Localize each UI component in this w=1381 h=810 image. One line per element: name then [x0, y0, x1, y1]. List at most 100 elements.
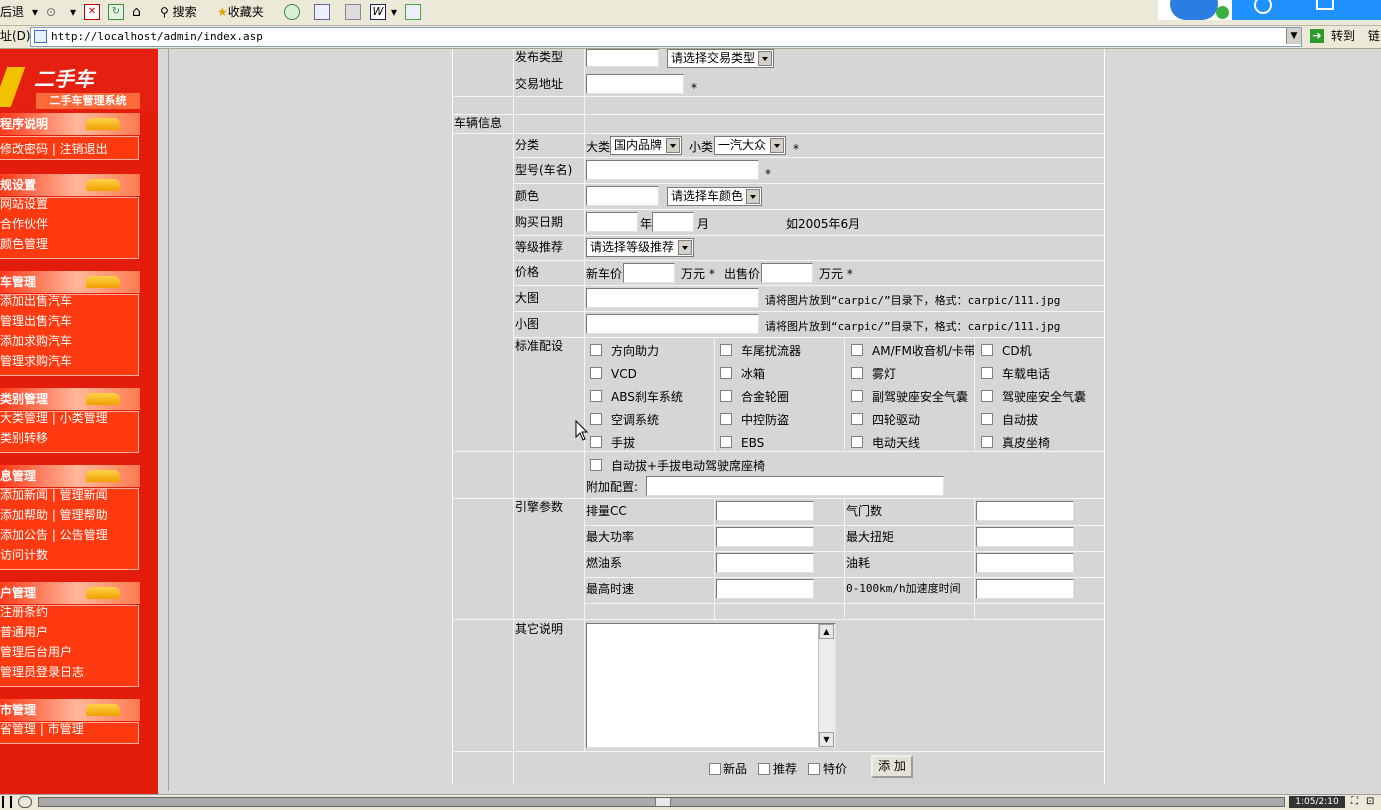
other-notes-textarea[interactable]: ▲ ▼ — [586, 623, 836, 748]
print-icon[interactable] — [345, 4, 361, 20]
engine-param-input[interactable] — [716, 527, 814, 547]
menu-item-password-logout[interactable]: 修改密码 | 注销退出 — [0, 141, 108, 157]
menu-item-add-sale-car[interactable]: 添加出售汽车 — [0, 293, 72, 309]
sale-price-input[interactable] — [761, 263, 813, 283]
menu-head-categories[interactable]: 类别管理 — [0, 388, 140, 410]
engine-param-input[interactable] — [716, 553, 814, 573]
menu-item-terms[interactable]: 注册条约 — [0, 604, 48, 620]
small-image-input[interactable] — [586, 314, 759, 334]
forward-dropdown-icon[interactable]: ▾ — [70, 4, 76, 21]
publish-type-select[interactable]: 请选择交易类型 — [667, 49, 774, 68]
menu-item-manage-sale-car[interactable]: 管理出售汽车 — [0, 313, 72, 329]
fit-icon[interactable]: ⊡ — [1366, 796, 1374, 807]
engine-param-input[interactable] — [976, 527, 1074, 547]
submit-button[interactable]: 添 加 — [871, 755, 913, 778]
menu-item-add-wanted-car[interactable]: 添加求购汽车 — [0, 333, 72, 349]
std-option-checkbox[interactable] — [851, 436, 863, 448]
std-option-checkbox[interactable] — [590, 436, 602, 448]
refresh-icon[interactable]: ↻ — [108, 4, 124, 20]
back-dropdown-icon[interactable]: ▾ — [32, 4, 38, 21]
stop-icon[interactable]: ✕ — [84, 4, 100, 20]
pause-icon[interactable] — [2, 796, 12, 808]
new-price-input[interactable] — [623, 263, 675, 283]
menu-item-notice[interactable]: 添加公告 | 公告管理 — [0, 527, 108, 543]
edit-dropdown-icon[interactable]: ▾ — [391, 4, 397, 21]
std-option-checkbox[interactable] — [720, 367, 732, 379]
seek-bar[interactable] — [38, 797, 1285, 807]
engine-param-input[interactable] — [976, 501, 1074, 521]
menu-head-info[interactable]: 息管理 — [0, 465, 140, 487]
overlay-window-icon[interactable] — [1316, 0, 1334, 10]
back-button[interactable]: 后退 — [0, 4, 24, 21]
std-option-checkbox[interactable] — [981, 390, 993, 402]
std-option-checkbox[interactable] — [590, 344, 602, 356]
menu-item-news[interactable]: 添加新闻 | 管理新闻 — [0, 487, 108, 503]
flag-new-checkbox[interactable] — [709, 763, 721, 775]
fullscreen-icon[interactable]: ⛶ — [1351, 796, 1358, 807]
menu-item-normal-users[interactable]: 普通用户 — [0, 624, 48, 640]
player-icon[interactable] — [18, 796, 32, 808]
seek-handle[interactable] — [655, 798, 671, 806]
favorites-button[interactable]: ★收藏夹 — [217, 4, 264, 21]
home-icon[interactable]: ⌂ — [132, 4, 148, 20]
engine-param-input[interactable] — [716, 579, 814, 599]
std-option-checkbox[interactable] — [590, 390, 602, 402]
menu-item-colors[interactable]: 颜色管理 — [0, 236, 48, 252]
engine-param-input[interactable] — [976, 579, 1074, 599]
std-option-checkbox[interactable] — [981, 413, 993, 425]
menu-head-city[interactable]: 市管理 — [0, 699, 140, 721]
menu-head-users[interactable]: 户管理 — [0, 582, 140, 604]
menu-item-manage-wanted-car[interactable]: 管理求购汽车 — [0, 353, 72, 369]
big-image-input[interactable] — [586, 288, 759, 308]
search-button[interactable]: ⚲ 搜索 — [160, 4, 197, 21]
menu-item-province-city[interactable]: 省管理 | 市管理 — [0, 721, 84, 737]
std-option-checkbox[interactable] — [590, 413, 602, 425]
std-option-checkbox[interactable] — [851, 367, 863, 379]
color-select[interactable]: 请选择车颜色 — [667, 187, 762, 206]
forward-icon[interactable]: ⊙ — [46, 4, 56, 21]
std-option-checkbox[interactable] — [720, 436, 732, 448]
go-arrow-icon[interactable]: ➔ — [1310, 29, 1324, 43]
links-button[interactable]: 链 — [1368, 28, 1380, 45]
menu-item-help[interactable]: 添加帮助 | 管理帮助 — [0, 507, 108, 523]
menu-head-settings[interactable]: 规设置 — [0, 174, 140, 196]
std-option-checkbox[interactable] — [851, 390, 863, 402]
menu-item-category-manage[interactable]: 大类管理 | 小类管理 — [0, 410, 108, 426]
std-option-checkbox[interactable] — [720, 413, 732, 425]
flag-recommend-checkbox[interactable] — [758, 763, 770, 775]
menu-item-partners[interactable]: 合作伙伴 — [0, 216, 48, 232]
extra-config-input[interactable] — [646, 476, 944, 496]
engine-param-input[interactable] — [716, 501, 814, 521]
std-option-checkbox[interactable] — [981, 367, 993, 379]
overlay-record-icon[interactable] — [1254, 0, 1272, 14]
menu-head-cars[interactable]: 车管理 — [0, 271, 140, 293]
model-input[interactable] — [586, 160, 759, 180]
url-input[interactable]: http://localhost/admin/index.asp ▼ — [30, 27, 1302, 47]
url-dropdown-icon[interactable]: ▼ — [1286, 28, 1301, 44]
std-option-checkbox[interactable] — [981, 344, 993, 356]
color-input[interactable] — [586, 186, 659, 206]
std-option-checkbox[interactable] — [851, 413, 863, 425]
edit-icon[interactable]: W — [370, 4, 386, 20]
history-icon[interactable] — [284, 4, 300, 20]
menu-item-category-move[interactable]: 类别转移 — [0, 430, 48, 446]
extra-option-checkbox[interactable] — [590, 459, 602, 471]
menu-item-admin-users[interactable]: 管理后台用户 — [0, 644, 72, 660]
textarea-scrollbar[interactable]: ▲ ▼ — [818, 624, 835, 747]
scroll-up-icon[interactable]: ▲ — [819, 624, 834, 639]
std-option-checkbox[interactable] — [720, 390, 732, 402]
std-option-checkbox[interactable] — [720, 344, 732, 356]
menu-item-admin-log[interactable]: 管理员登录日志 — [0, 664, 84, 680]
std-option-checkbox[interactable] — [981, 436, 993, 448]
trade-address-input[interactable] — [586, 74, 684, 94]
go-button[interactable]: 转到 — [1331, 28, 1355, 45]
flag-special-checkbox[interactable] — [808, 763, 820, 775]
menu-item-counter[interactable]: 访问计数 — [0, 547, 48, 563]
minor-category-select[interactable]: 一汽大众 — [714, 136, 786, 155]
menu-item-site-settings[interactable]: 网站设置 — [0, 196, 48, 212]
major-category-select[interactable]: 国内品牌 — [610, 136, 682, 155]
mail-icon[interactable] — [314, 4, 330, 20]
grade-select[interactable]: 请选择等级推荐 — [586, 238, 694, 257]
messenger-icon[interactable] — [405, 4, 421, 20]
purchase-year-input[interactable] — [586, 212, 638, 232]
